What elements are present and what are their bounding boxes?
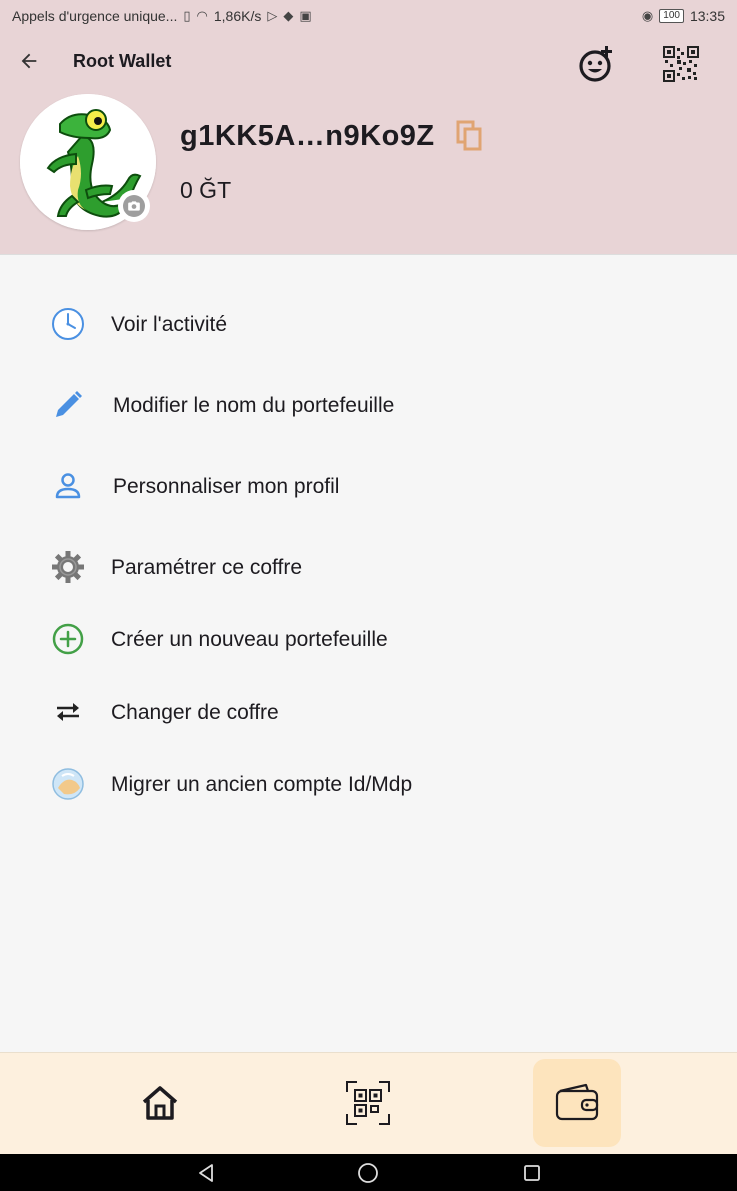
qr-code-icon xyxy=(663,46,699,82)
nav-wallet[interactable] xyxy=(533,1059,621,1147)
migrate-icon xyxy=(50,766,86,802)
add-contact-button[interactable] xyxy=(574,42,618,86)
game-icon: ◆ xyxy=(283,8,294,23)
menu-item-new-wallet[interactable]: Créer un nouveau portefeuille xyxy=(0,609,737,669)
bottom-navigation xyxy=(0,1052,737,1154)
network-speed: 1,86K/s xyxy=(213,8,262,24)
menu-item-label: Créer un nouveau portefeuille xyxy=(111,628,388,651)
clock-icon xyxy=(50,306,86,342)
qr-code-button[interactable] xyxy=(659,42,703,86)
copy-icon xyxy=(456,120,482,151)
wallet-balance: 0 ĞT xyxy=(180,177,232,203)
status-bar: Appels d'urgence unique... ▯ ◠ 1,86K/s ▷… xyxy=(0,0,737,32)
wifi-icon: ◠ xyxy=(196,8,208,23)
wallet-header: Root Wallet g1KK5A…n9Ko9Z 0 ĞT xyxy=(0,32,737,255)
system-navigation-bar xyxy=(0,1154,737,1191)
menu-item-switch-vault[interactable]: Changer de coffre xyxy=(0,682,737,742)
menu-item-rename-wallet[interactable]: Modifier le nom du portefeuille xyxy=(0,375,737,435)
battery-icon: 100 xyxy=(659,9,684,23)
back-button[interactable] xyxy=(14,46,44,76)
app-bar: Root Wallet xyxy=(0,32,737,90)
menu-item-label: Changer de coffre xyxy=(111,701,279,724)
menu-item-label: Modifier le nom du portefeuille xyxy=(113,394,395,417)
status-right: ◉ 100 13:35 xyxy=(642,8,725,24)
play-store-icon: ▷ xyxy=(267,8,278,23)
pencil-icon xyxy=(50,387,86,423)
wallet-icon xyxy=(555,1083,599,1121)
swap-arrows-icon xyxy=(50,694,86,730)
nav-home[interactable] xyxy=(116,1059,204,1147)
square-recents-icon xyxy=(524,1165,540,1181)
copy-address-button[interactable] xyxy=(456,120,484,152)
calendar-icon: ▣ xyxy=(299,8,312,23)
status-left: Appels d'urgence unique... ▯ ◠ 1,86K/s ▷… xyxy=(12,8,312,24)
menu-item-label: Personnaliser mon profil xyxy=(113,475,340,498)
triangle-back-icon xyxy=(199,1164,213,1182)
notification-text: Appels d'urgence unique... xyxy=(12,8,178,24)
menu-item-label: Paramétrer ce coffre xyxy=(111,556,303,579)
circle-home-icon xyxy=(358,1163,378,1183)
camera-icon xyxy=(123,195,145,217)
back-arrow-icon xyxy=(21,53,37,69)
sim-icon: ▯ xyxy=(183,8,191,23)
menu-item-activity[interactable]: Voir l'activité xyxy=(0,294,737,354)
qr-scan-icon xyxy=(346,1081,390,1125)
menu-item-label: Voir l'activité xyxy=(111,313,228,336)
menu-item-profile[interactable]: Personnaliser mon profil xyxy=(0,456,737,516)
nav-scan[interactable] xyxy=(324,1059,412,1147)
clock-time: 13:35 xyxy=(689,8,725,24)
wallet-address: g1KK5A…n9Ko9Z xyxy=(180,120,435,152)
system-recents-button[interactable] xyxy=(519,1160,545,1186)
avatar[interactable] xyxy=(20,94,156,230)
menu-item-migrate-account[interactable]: Migrer un ancien compte Id/Mdp xyxy=(0,754,737,814)
change-avatar-button[interactable] xyxy=(118,190,150,222)
add-circle-icon xyxy=(50,621,86,657)
page-title: Root Wallet xyxy=(73,51,172,71)
gear-icon xyxy=(50,549,86,585)
menu-item-vault-settings[interactable]: Paramétrer ce coffre xyxy=(0,537,737,597)
system-home-button[interactable] xyxy=(355,1160,381,1186)
system-back-button[interactable] xyxy=(193,1160,219,1186)
person-icon xyxy=(50,468,86,504)
menu-item-label: Migrer un ancien compte Id/Mdp xyxy=(111,773,413,796)
emoji-add-icon xyxy=(579,46,612,82)
eye-comfort-icon: ◉ xyxy=(641,8,654,23)
home-icon xyxy=(142,1086,178,1120)
